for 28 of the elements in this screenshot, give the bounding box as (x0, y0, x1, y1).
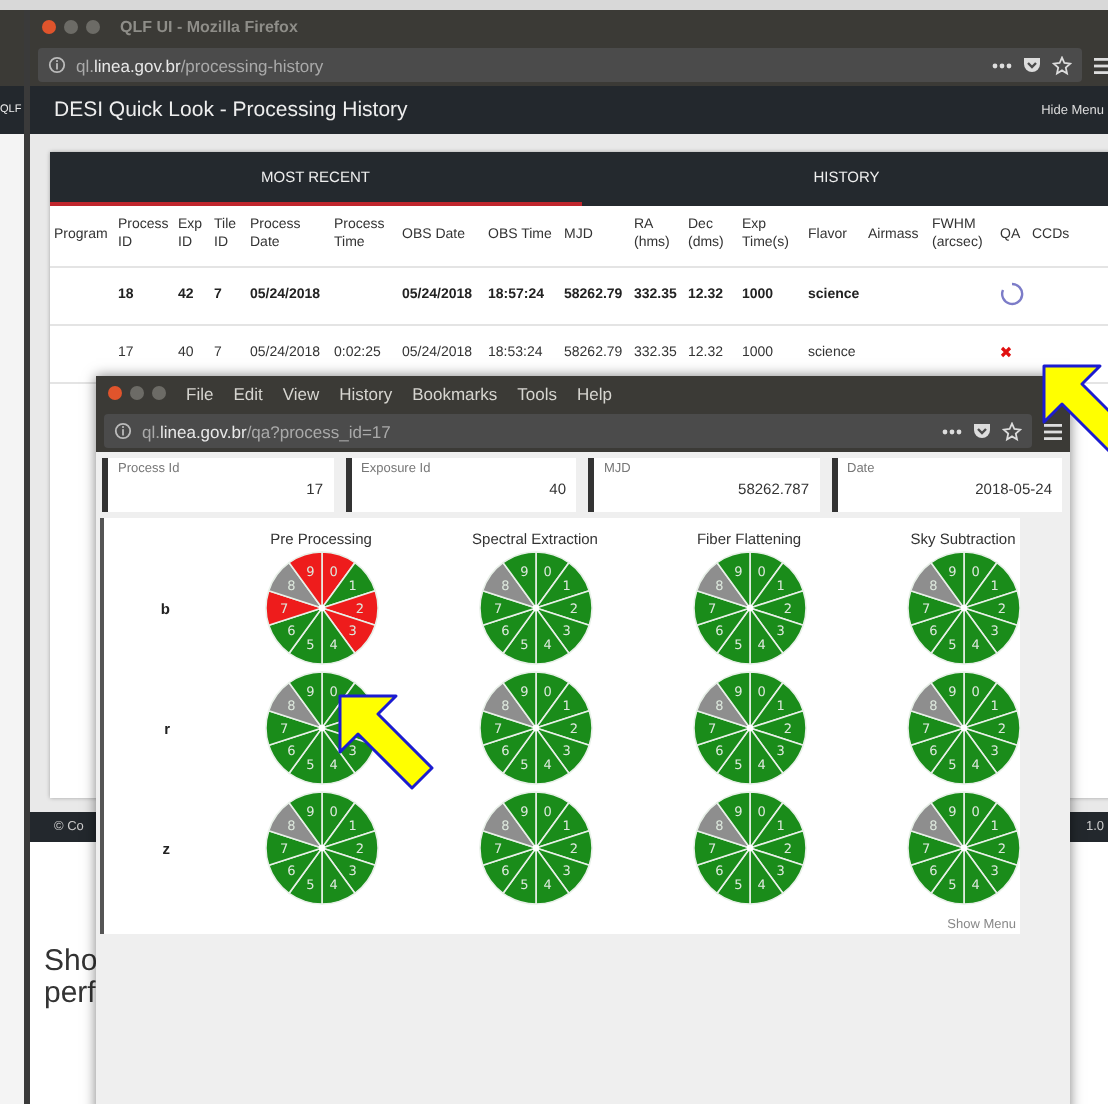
error-icon (1000, 346, 1012, 358)
spinner-icon (1000, 282, 1024, 306)
more-icon[interactable] (992, 61, 1012, 69)
star-icon[interactable] (1052, 55, 1072, 75)
star-icon[interactable] (1002, 421, 1022, 441)
menu-item[interactable]: Tools (517, 383, 557, 403)
shield-icon[interactable] (1022, 56, 1042, 74)
pointer-arrow (338, 694, 434, 790)
close-button[interactable] (108, 386, 122, 400)
body-text: Sho (44, 946, 100, 978)
app-title: DESI Quick Look - Processing History (54, 98, 408, 122)
menu-item[interactable]: Edit (233, 383, 263, 403)
info-icon[interactable] (114, 422, 132, 440)
address-bar[interactable]: ql.linea.gov.br/qa?process_id=17 (104, 414, 1032, 448)
body-text: perf (44, 978, 98, 1010)
more-icon[interactable] (942, 427, 962, 435)
window-title: QLF UI - Mozilla Firefox (120, 18, 298, 36)
menu-item[interactable]: History (339, 383, 393, 403)
menu-item[interactable]: View (282, 383, 320, 403)
info-icon[interactable] (48, 56, 66, 74)
shield-icon[interactable] (972, 422, 992, 440)
menu-item[interactable]: Bookmarks (412, 383, 498, 403)
menu-icon[interactable] (1044, 423, 1062, 439)
menu-item[interactable]: File (186, 383, 214, 403)
menu-item[interactable]: Help (576, 383, 612, 403)
menu-icon[interactable] (1094, 57, 1108, 73)
close-button[interactable] (42, 20, 56, 34)
address-bar[interactable]: ql.linea.gov.br/processing-history (38, 48, 1082, 82)
